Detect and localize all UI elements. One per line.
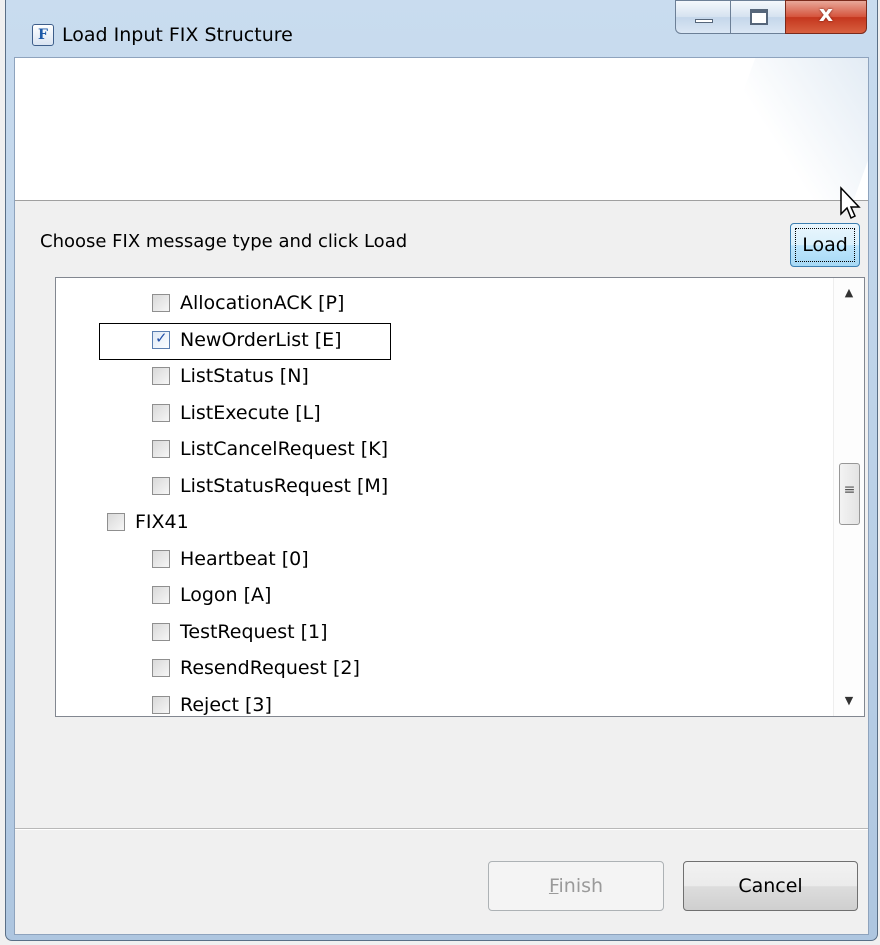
tree-item-checkbox[interactable] [107, 513, 125, 531]
tree-item[interactable]: Heartbeat [0] [152, 541, 309, 577]
tree-item-checkbox[interactable] [152, 367, 170, 385]
tree-item[interactable]: ListCancelRequest [K] [152, 431, 388, 467]
wizard-banner [15, 58, 868, 201]
tree-item-checkbox[interactable] [152, 695, 170, 714]
cancel-button[interactable]: Cancel [683, 861, 858, 911]
tree-item-checkbox[interactable] [152, 586, 170, 604]
tree-item[interactable]: AllocationACK [P] [152, 285, 344, 321]
tree-item-label: ListCancelRequest [K] [180, 438, 389, 460]
window-title: Load Input FIX Structure [62, 24, 293, 46]
minimize-button[interactable] [675, 0, 731, 34]
load-button[interactable]: Load [790, 223, 860, 267]
tree-item-checkbox[interactable] [152, 476, 170, 495]
tree-item-checkbox[interactable] [152, 440, 170, 458]
app-icon: F [32, 24, 54, 46]
tree-item-checkbox[interactable] [152, 549, 170, 568]
title-bar[interactable]: F Load Input FIX Structure x [6, 0, 877, 57]
tree-item-label: Heartbeat [0] [180, 547, 309, 570]
close-button[interactable]: x [785, 0, 867, 34]
dialog-client-area: Choose FIX message type and click Load L… [14, 57, 869, 935]
tree-item-label: ListStatusRequest [M] [180, 474, 389, 497]
selection-highlight-box [99, 323, 391, 360]
instruction-label: Choose FIX message type and click Load [40, 231, 408, 252]
maximize-button[interactable] [730, 0, 786, 34]
tree-item-label: TestRequest [1] [180, 620, 328, 643]
finish-button[interactable]: Finish [488, 861, 664, 911]
tree-item[interactable]: ResendRequest [2] [152, 650, 360, 686]
tree-item-label: ResendRequest [2] [180, 657, 360, 679]
tree-item-label: Reject [3] [180, 693, 272, 716]
tree-item[interactable]: Logon [A] [152, 577, 271, 613]
tree-item[interactable]: ListExecute [L] [152, 395, 321, 431]
message-type-tree[interactable]: AllocationACK [P]NewOrderList [E]ListSta… [55, 277, 865, 717]
finish-label-rest: inish [558, 875, 604, 897]
tree-item-label: FIX41 [135, 511, 189, 533]
tree-item-checkbox[interactable] [152, 403, 170, 422]
tree-item-label: AllocationACK [P] [180, 292, 345, 314]
scroll-down-icon[interactable]: ▼ [834, 686, 864, 716]
close-icon: x [818, 2, 834, 27]
tree-item-label: ListExecute [L] [180, 401, 321, 424]
tree-item[interactable]: Reject [3] [152, 687, 272, 717]
finish-mnemonic: F [548, 875, 559, 897]
tree-item-checkbox[interactable] [152, 659, 170, 677]
dialog-window: F Load Input FIX Structure x Choose FIX … [5, 0, 878, 941]
focus-rectangle [795, 228, 855, 262]
tree-item-label: Logon [A] [180, 584, 272, 606]
footer-separator [15, 828, 868, 830]
mouse-cursor-icon [840, 186, 861, 220]
scroll-up-icon[interactable]: ▲ [834, 278, 864, 308]
tree-item-checkbox[interactable] [152, 294, 170, 312]
tree-item[interactable]: ListStatusRequest [M] [152, 468, 388, 504]
banner-decoration [693, 58, 868, 200]
tree-item-checkbox[interactable] [152, 622, 170, 641]
vertical-scrollbar[interactable]: ▲ ▼ [833, 278, 864, 716]
tree-item-label: ListStatus [N] [180, 365, 309, 387]
tree-item[interactable]: TestRequest [1] [152, 614, 328, 650]
scrollbar-thumb[interactable] [839, 463, 860, 525]
tree-item[interactable]: ListStatus [N] [152, 358, 309, 394]
tree-item[interactable]: FIX41 [107, 504, 189, 540]
